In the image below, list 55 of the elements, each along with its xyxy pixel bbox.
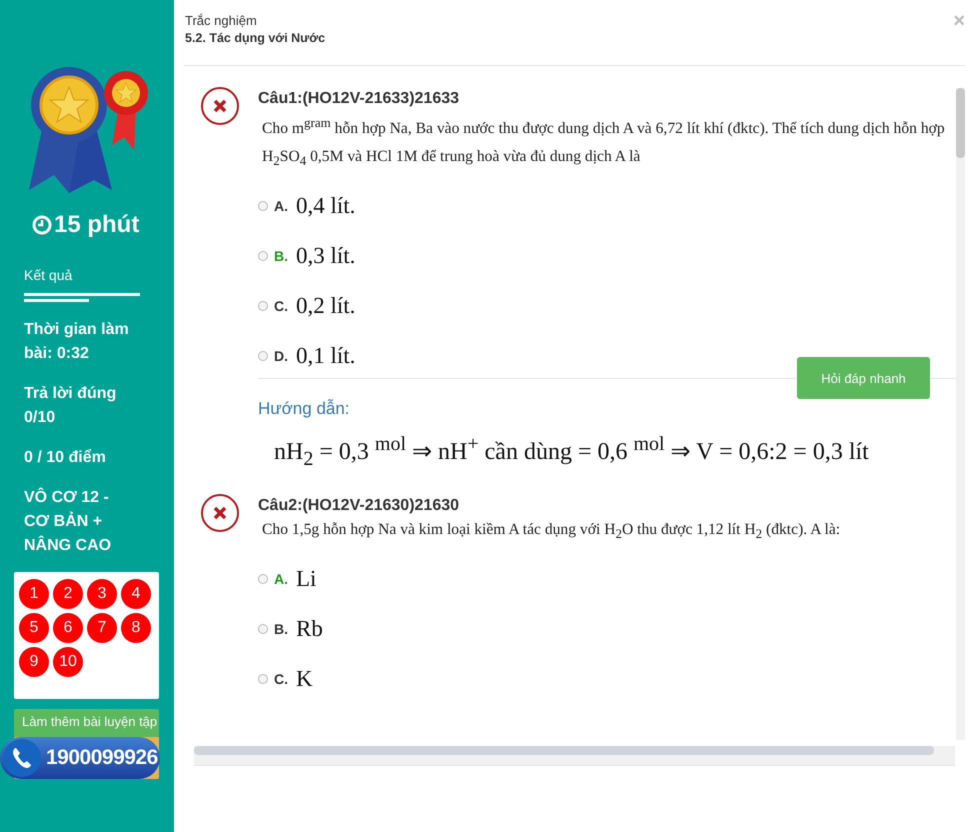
quick-ask-button[interactable]: Hỏi đáp nhanh bbox=[797, 357, 930, 400]
question-title: Câu1:(HO12V-21633)21633 bbox=[258, 90, 460, 108]
question-number-button[interactable]: 6 bbox=[53, 613, 83, 643]
question-number-button[interactable]: 3 bbox=[87, 579, 117, 609]
question-number-button[interactable]: 9 bbox=[19, 647, 49, 677]
wrong-icon bbox=[200, 493, 240, 534]
result-stat: Thời gian làm bài: 0:32 bbox=[24, 320, 130, 364]
option-letter: A. bbox=[274, 571, 288, 588]
scrollbar-thumb[interactable] bbox=[194, 746, 934, 755]
radio-button[interactable] bbox=[258, 201, 268, 212]
question-text: Cho 1,5g hỗn hợp Na và kim loại kiềm A tác dụng với H$_{2}$O thu được 1,12 lít H$_{2}$ (đktc). A là: bbox=[262, 520, 842, 544]
hotline-badge[interactable]: 1900099926 bbox=[0, 737, 160, 779]
question-number-button[interactable]: 2 bbox=[53, 579, 83, 609]
option-letter: C. bbox=[274, 671, 288, 688]
solution-formula: nH$_{2}$ = 0,3 $^{mol}$ ⇒ nH$^{+}$ cần dùng = 0,6 $^{mol}$ ⇒ V = 0,6:2 = 0,3 lít bbox=[274, 433, 870, 472]
question-number-button[interactable]: 1 bbox=[19, 579, 49, 609]
option-letter: C. bbox=[274, 298, 288, 314]
question-title: Câu2:(HO12V-21630)21630 bbox=[258, 497, 460, 516]
result-label: Kết quả bbox=[24, 267, 74, 283]
option-text: 0,2 lít. bbox=[296, 293, 356, 320]
option-letter: B. bbox=[274, 621, 288, 638]
option-letter: B. bbox=[274, 248, 288, 264]
result-stat: VÔ CƠ 12 - CƠ BẢN + NÂNG CAO bbox=[24, 486, 112, 556]
modal-subtitle: Trắc nghiệm bbox=[185, 13, 257, 28]
question-number-button[interactable]: 8 bbox=[121, 613, 151, 643]
radio-button[interactable] bbox=[258, 624, 268, 634]
radio-button[interactable] bbox=[258, 351, 268, 362]
radio-button[interactable] bbox=[258, 574, 268, 584]
radio-button[interactable] bbox=[258, 674, 268, 684]
question-number-button[interactable]: 7 bbox=[87, 613, 117, 643]
option-text: 0,3 lít. bbox=[296, 243, 356, 270]
phone-icon bbox=[2, 738, 42, 778]
clock-icon bbox=[32, 215, 52, 235]
option-text: 0,1 lít. bbox=[296, 343, 356, 370]
option-letter: D. bbox=[274, 348, 288, 364]
option-text: K bbox=[296, 666, 313, 692]
result-stat: 0 / 10 điểm bbox=[24, 448, 107, 468]
option-letter: A. bbox=[274, 198, 288, 214]
hotline-number: 1900099926 bbox=[46, 746, 158, 770]
guide-label: Hướng dẫn: bbox=[258, 399, 351, 420]
option-text: Rb bbox=[296, 616, 323, 642]
timer-text: 15 phút bbox=[54, 211, 140, 239]
modal-title: 5.2. Tác dụng với Nước bbox=[185, 31, 326, 45]
option-text: Li bbox=[296, 566, 316, 592]
question-text: Cho m$^{gram}$ hỗn hợp Na, Ba vào nước thu được dung dịch A và 6,72 lít khí (đktc). Thể tích dung dịch hỗn hợp H$_{2}$SO$_{4}$ 0,5M và HCl 1M để trung hoà vừa đủ dung dịch A là bbox=[262, 114, 946, 170]
question-number-button[interactable]: 4 bbox=[121, 579, 151, 609]
result-stat: Trả lời đúng 0/10 bbox=[24, 384, 118, 428]
practice-button[interactable]: Làm thêm bài luyện tập bbox=[14, 709, 159, 737]
scrollbar-thumb[interactable] bbox=[956, 88, 965, 158]
option-text: 0,4 lít. bbox=[296, 193, 356, 220]
wrong-icon bbox=[200, 86, 240, 126]
question-number-button[interactable]: 10 bbox=[53, 647, 83, 677]
radio-button[interactable] bbox=[258, 251, 268, 262]
question-number-button[interactable]: 5 bbox=[19, 613, 49, 643]
radio-button[interactable] bbox=[258, 301, 268, 312]
